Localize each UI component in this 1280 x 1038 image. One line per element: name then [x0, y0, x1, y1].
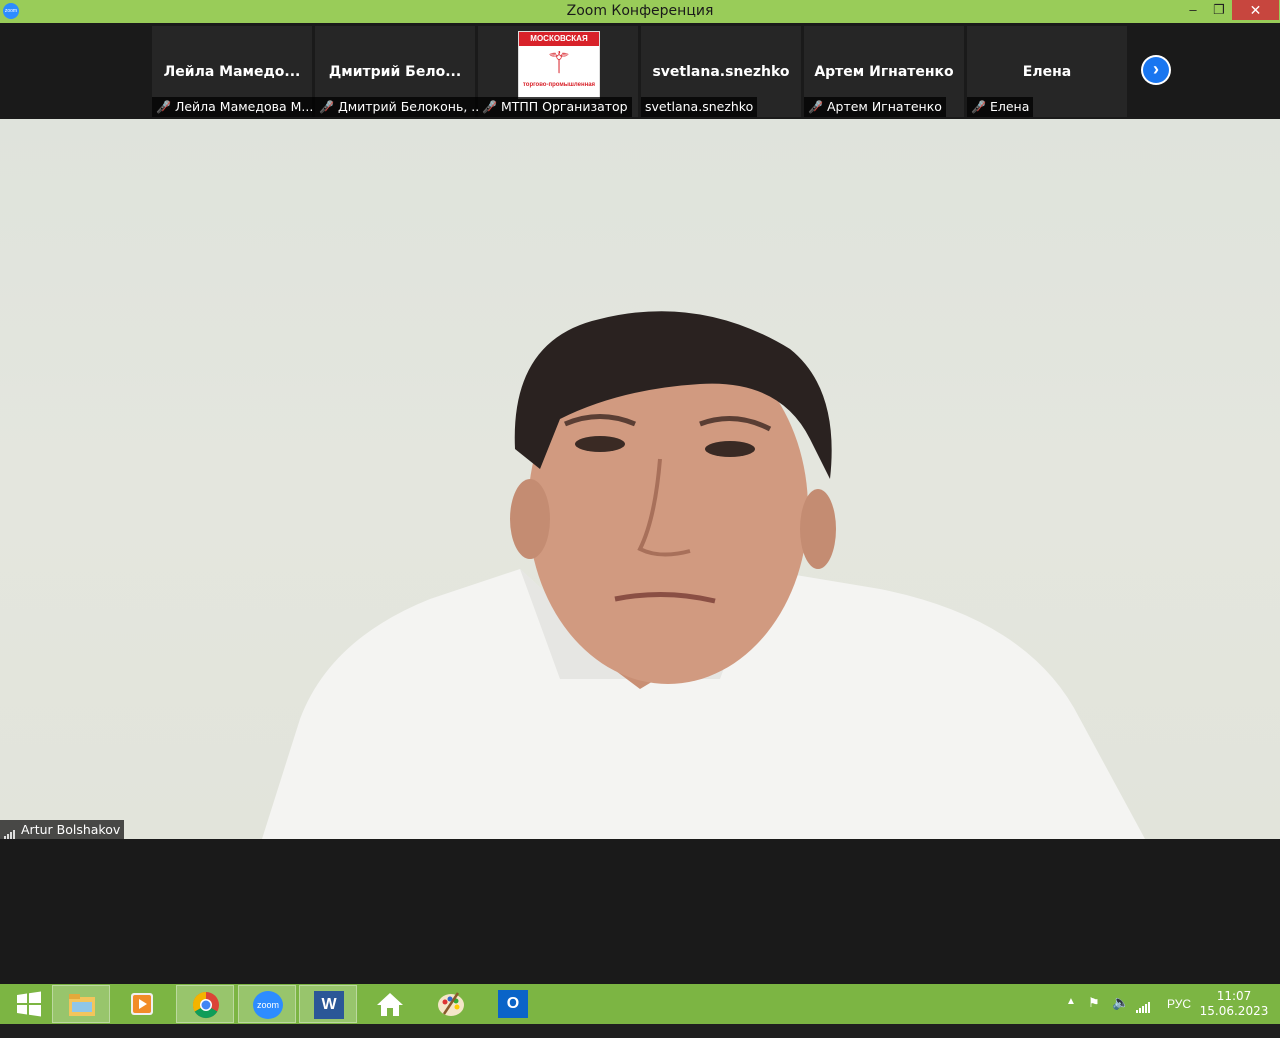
minimize-button[interactable]: – — [1180, 0, 1206, 20]
close-button[interactable]: ✕ — [1232, 0, 1279, 20]
next-page-button[interactable]: › — [1141, 55, 1171, 85]
zoom-icon: zoom — [253, 991, 283, 1019]
chrome-icon — [192, 991, 219, 1019]
taskbar-paint[interactable] — [422, 985, 480, 1023]
participant-label: 🎤̸ Артем Игнатенко — [804, 97, 946, 117]
home-icon — [377, 993, 403, 1016]
participant-tile[interactable]: Лейла Мамедо... 🎤̸ Лейла Мамедова М... — [152, 26, 318, 117]
participant-label: svetlana.snezhko — [641, 97, 758, 117]
window-title: Zoom Конференция — [566, 3, 714, 19]
participant-tile[interactable]: Артем Игнатенко 🎤̸ Артем Игнатенко — [804, 26, 964, 117]
speaker-figure — [262, 311, 1145, 839]
taskbar-home[interactable] — [361, 985, 419, 1023]
caduceus-icon: ⚚ — [545, 47, 573, 80]
windows-logo-icon — [17, 991, 41, 1017]
participant-tile[interactable]: Елена 🎤̸ Елена — [967, 26, 1127, 117]
participant-name: Артем Игнатенко — [814, 64, 954, 80]
network-signal-icon[interactable] — [1136, 998, 1156, 1038]
participant-label: 🎤̸ Елена — [967, 97, 1034, 117]
outlook-icon: O — [498, 990, 528, 1018]
participant-label: 🎤̸ Дмитрий Белоконь, ... — [315, 97, 488, 117]
clock-date: 15.06.2023 — [1199, 1004, 1269, 1018]
participant-strip: Лейла Мамедо... 🎤̸ Лейла Мамедова М... Дм… — [0, 23, 1280, 119]
palette-icon — [438, 992, 464, 1016]
participant-name: svetlana.snezhko — [652, 64, 790, 80]
show-hidden-icons-button[interactable]: ▲ — [1066, 996, 1076, 1036]
speaker-video[interactable]: Artur Bolshakov — [0, 119, 1280, 839]
logo-bottom-text: торгово-промышленная — [522, 82, 596, 88]
participant-tile[interactable]: МОСКОВСКАЯ ⚚ торгово-промышленная 🎤̸ МТПП… — [478, 26, 638, 117]
restore-button[interactable]: ❐ — [1206, 0, 1232, 20]
speaker-name-tag: Artur Bolshakov — [0, 820, 125, 839]
participant-label: 🎤̸ Лейла Мамедова М... — [152, 97, 318, 117]
mic-muted-icon: 🎤̸ — [156, 100, 171, 114]
start-button[interactable] — [0, 985, 58, 1023]
clock-time: 11:07 — [1216, 989, 1252, 1003]
taskbar-file-explorer[interactable] — [52, 985, 110, 1023]
participant-name: Дмитрий Бело... — [328, 64, 462, 80]
chevron-right-icon: › — [1143, 57, 1169, 83]
logo-top-text: МОСКОВСКАЯ — [519, 32, 599, 46]
taskbar-chrome[interactable] — [176, 985, 234, 1023]
participant-tile[interactable]: svetlana.snezhko svetlana.snezhko — [641, 26, 801, 117]
window-titlebar: zoom Zoom Конференция – ❐ ✕ — [0, 0, 1280, 23]
taskbar: zoom W O ▲ ⚑ 🔈 РУС 11:07 15.06.2023 — [0, 984, 1280, 1024]
taskbar-media-player[interactable] — [113, 985, 171, 1023]
volume-icon[interactable]: 🔈 — [1112, 994, 1129, 1034]
participant-name: Елена — [1022, 64, 1072, 80]
taskbar-outlook[interactable]: O — [484, 985, 542, 1023]
input-language-indicator[interactable]: РУС — [1167, 997, 1191, 1037]
signal-strength-icon — [4, 821, 16, 839]
mic-muted-icon: 🎤̸ — [971, 100, 986, 114]
participant-name: Лейла Мамедо... — [163, 64, 301, 80]
action-center-flag-icon[interactable]: ⚑ — [1088, 995, 1100, 1035]
taskbar-zoom[interactable]: zoom — [238, 985, 296, 1023]
media-player-icon — [131, 993, 153, 1015]
participant-tile[interactable]: Дмитрий Бело... 🎤̸ Дмитрий Белоконь, ... — [315, 26, 488, 117]
mic-muted-icon: 🎤̸ — [808, 100, 823, 114]
empty-area — [0, 839, 1280, 984]
word-icon: W — [314, 991, 344, 1019]
mic-muted-icon: 🎤̸ — [482, 100, 497, 114]
taskbar-word[interactable]: W — [299, 985, 357, 1023]
system-clock[interactable]: 11:07 15.06.2023 — [1196, 989, 1272, 1019]
folder-icon — [69, 994, 95, 1016]
mic-muted-icon: 🎤̸ — [319, 100, 334, 114]
organization-logo: МОСКОВСКАЯ ⚚ торгово-промышленная — [518, 31, 600, 99]
participant-label: 🎤̸ МТПП Организатор — [478, 97, 632, 117]
